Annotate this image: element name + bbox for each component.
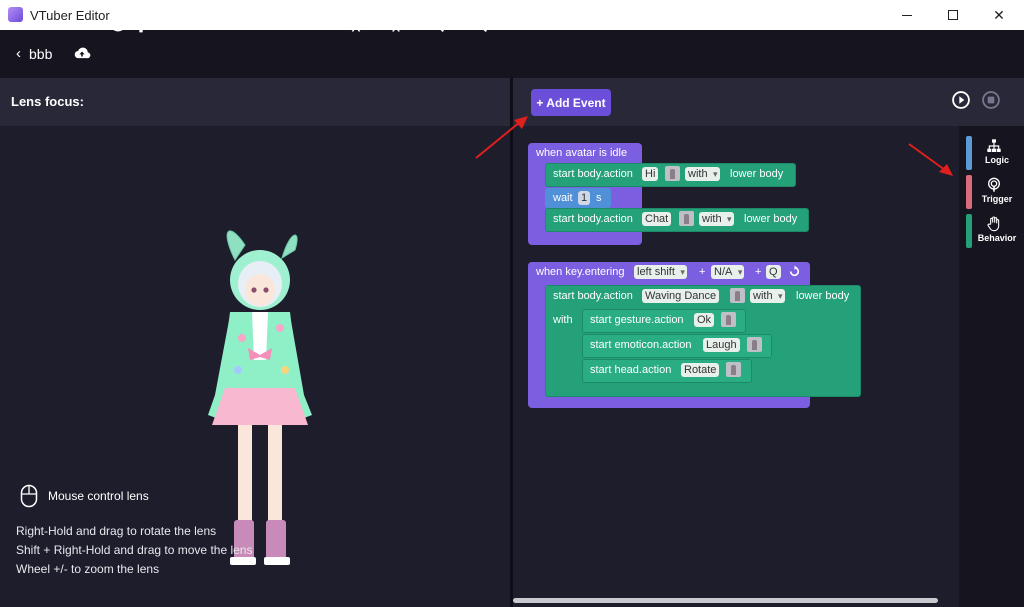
action-thumbnail bbox=[679, 211, 694, 226]
action-thumbnail bbox=[721, 312, 736, 327]
event-header: when key.entering bbox=[536, 266, 625, 278]
pose-t-icon[interactable] bbox=[386, 14, 406, 34]
lens-focus-label: Lens focus: bbox=[11, 94, 84, 109]
action-thumbnail bbox=[726, 362, 741, 377]
zoom-in-icon[interactable] bbox=[426, 14, 446, 34]
action-value[interactable]: Waving Dance bbox=[642, 289, 720, 303]
logic-tree-icon bbox=[987, 139, 1001, 152]
stop-icon[interactable] bbox=[981, 90, 1001, 110]
face-focus-icon[interactable] bbox=[108, 14, 128, 34]
annotation-arrow-icon bbox=[475, 116, 528, 159]
lens-toolbar: Lens focus: bbox=[0, 78, 510, 126]
action-value[interactable]: Rotate bbox=[681, 363, 720, 377]
project-name: bbb bbox=[29, 45, 53, 62]
play-icon[interactable] bbox=[951, 90, 971, 110]
reset-icon[interactable] bbox=[788, 265, 801, 278]
body-part-label: lower body bbox=[796, 290, 850, 302]
body-part-label: lower body bbox=[744, 213, 798, 225]
key-dropdown-2[interactable]: N/A bbox=[711, 265, 745, 279]
category-trigger[interactable]: Trigger bbox=[966, 175, 1022, 209]
key-dropdown-1[interactable]: left shift bbox=[634, 265, 687, 279]
mouse-hint: Mouse control lens bbox=[20, 484, 149, 508]
action-value[interactable]: Ok bbox=[694, 313, 715, 327]
with-dropdown[interactable]: with bbox=[750, 289, 785, 303]
body-part-label: lower body bbox=[730, 168, 784, 180]
block-label: start body.action bbox=[553, 213, 633, 225]
category-label: Trigger bbox=[981, 194, 1013, 204]
block-label: start body.action bbox=[553, 168, 633, 180]
rotate-hint: Right-Hold and drag to rotate the lens bbox=[16, 524, 217, 538]
event-header: when avatar is idle bbox=[536, 147, 628, 159]
action-value[interactable]: Chat bbox=[642, 212, 672, 226]
maximize-button[interactable] bbox=[930, 0, 976, 30]
close-icon: ✕ bbox=[993, 6, 1005, 23]
wait-unit: s bbox=[596, 192, 602, 204]
horizontal-scrollbar[interactable] bbox=[513, 598, 938, 603]
category-logic[interactable]: Logic bbox=[966, 136, 1022, 170]
action-thumbnail bbox=[730, 288, 745, 303]
plus-label: + bbox=[755, 266, 762, 278]
zoom-out-icon[interactable] bbox=[469, 14, 489, 34]
category-label: Logic bbox=[985, 155, 1009, 165]
mouse-hint-title: Mouse control lens bbox=[48, 489, 149, 503]
with-dropdown[interactable]: with bbox=[699, 212, 734, 226]
cloud-upload-icon[interactable] bbox=[72, 44, 92, 64]
minimize-button[interactable] bbox=[884, 0, 930, 30]
back-button[interactable]: ‹ bbb bbox=[16, 45, 52, 62]
category-label: Behavior bbox=[977, 233, 1017, 243]
action-value[interactable]: Laugh bbox=[703, 338, 740, 352]
minimize-icon bbox=[902, 14, 912, 16]
plus-label: + bbox=[699, 266, 706, 278]
action-thumbnail bbox=[747, 337, 762, 352]
chevron-left-icon: ‹ bbox=[16, 45, 21, 62]
trigger-icon bbox=[988, 177, 1000, 192]
hand-icon bbox=[987, 216, 1000, 232]
avatar-model bbox=[208, 230, 312, 565]
block-label: start gesture.action bbox=[590, 314, 684, 326]
block-label: start body.action bbox=[553, 290, 633, 302]
app-logo-icon bbox=[8, 7, 23, 22]
window-title: VTuber Editor bbox=[30, 8, 110, 23]
add-event-button[interactable]: + Add Event bbox=[531, 89, 611, 116]
block-label: start head.action bbox=[590, 364, 672, 376]
wait-value-input[interactable]: 1 bbox=[578, 191, 591, 205]
close-window-button[interactable]: ✕ bbox=[976, 0, 1022, 30]
maximize-icon bbox=[948, 10, 958, 20]
title-bar: VTuber Editor ✕ bbox=[0, 0, 1024, 30]
category-behavior[interactable]: Behavior bbox=[966, 214, 1022, 248]
pose-a-icon[interactable] bbox=[346, 14, 366, 34]
move-hint: Shift + Right-Hold and drag to move the … bbox=[16, 543, 253, 557]
annotation-arrow-icon bbox=[908, 143, 953, 176]
action-thumbnail bbox=[665, 166, 680, 181]
wait-label: wait bbox=[553, 192, 573, 204]
zoom-hint: Wheel +/- to zoom the lens bbox=[16, 562, 160, 576]
key-input-3[interactable]: Q bbox=[766, 265, 781, 279]
action-value[interactable]: Hi bbox=[642, 167, 659, 181]
mouse-icon bbox=[20, 484, 38, 508]
with-label: with bbox=[553, 314, 573, 326]
body-focus-icon[interactable] bbox=[131, 14, 151, 34]
with-dropdown[interactable]: with bbox=[685, 167, 720, 181]
block-label: start emoticon.action bbox=[590, 339, 692, 351]
nav-bar: ‹ bbb bbox=[0, 30, 1024, 78]
